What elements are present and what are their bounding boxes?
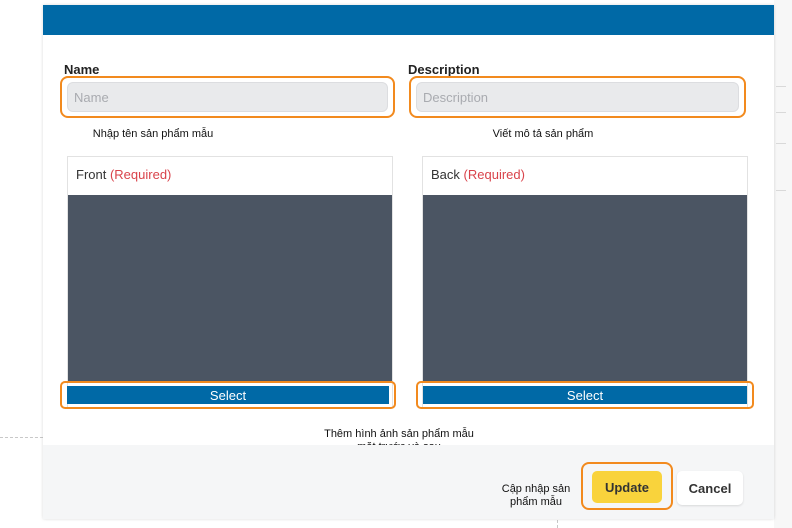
- name-label: Name: [64, 62, 100, 77]
- background-page-edge: [774, 0, 792, 528]
- name-annotation: Nhập tên sản phẩm mẫu: [92, 128, 214, 140]
- update-annotation-line1: Cập nhập sản: [501, 483, 571, 495]
- front-required-label: (Required): [109, 167, 172, 182]
- update-button[interactable]: Update: [592, 471, 662, 503]
- front-label: Front: [76, 167, 107, 182]
- page-edge-tick: [776, 190, 786, 191]
- images-annotation-line1: Thêm hình ảnh sản phẩm mẫu: [324, 428, 474, 440]
- page-edge-tick: [776, 143, 786, 144]
- back-select-highlight: Select: [416, 381, 754, 409]
- update-annotation: Cập nhập sản phẩm mẫu: [491, 483, 581, 509]
- page-edge-tick: [776, 86, 786, 87]
- page-edge-tick: [776, 112, 786, 113]
- update-button-highlight: Update: [581, 462, 673, 510]
- front-select-button[interactable]: Select: [67, 386, 389, 404]
- description-input[interactable]: [416, 82, 739, 112]
- front-image-card: Front (Required): [67, 156, 393, 408]
- back-select-button[interactable]: Select: [423, 386, 747, 404]
- back-label: Back: [431, 167, 460, 182]
- product-sample-modal: Name Nhập tên sản phẩm mẫu Description V…: [43, 5, 774, 519]
- back-required-label: (Required): [463, 167, 525, 182]
- front-image-placeholder[interactable]: [68, 195, 392, 381]
- back-image-placeholder[interactable]: [423, 195, 747, 381]
- back-image-card: Back (Required): [422, 156, 748, 408]
- cancel-button[interactable]: Cancel: [677, 471, 743, 505]
- front-select-highlight: Select: [60, 381, 396, 409]
- description-field-highlight: [409, 76, 746, 118]
- name-field-highlight: [60, 76, 395, 118]
- description-label: Description: [408, 62, 480, 77]
- modal-header: [43, 5, 774, 35]
- update-annotation-line2: phẩm mẫu: [510, 496, 562, 508]
- description-annotation: Viết mô tả sản phẩm: [492, 128, 594, 140]
- name-input[interactable]: [67, 82, 388, 112]
- back-card-header: Back (Required): [423, 157, 747, 195]
- front-card-header: Front (Required): [68, 157, 392, 195]
